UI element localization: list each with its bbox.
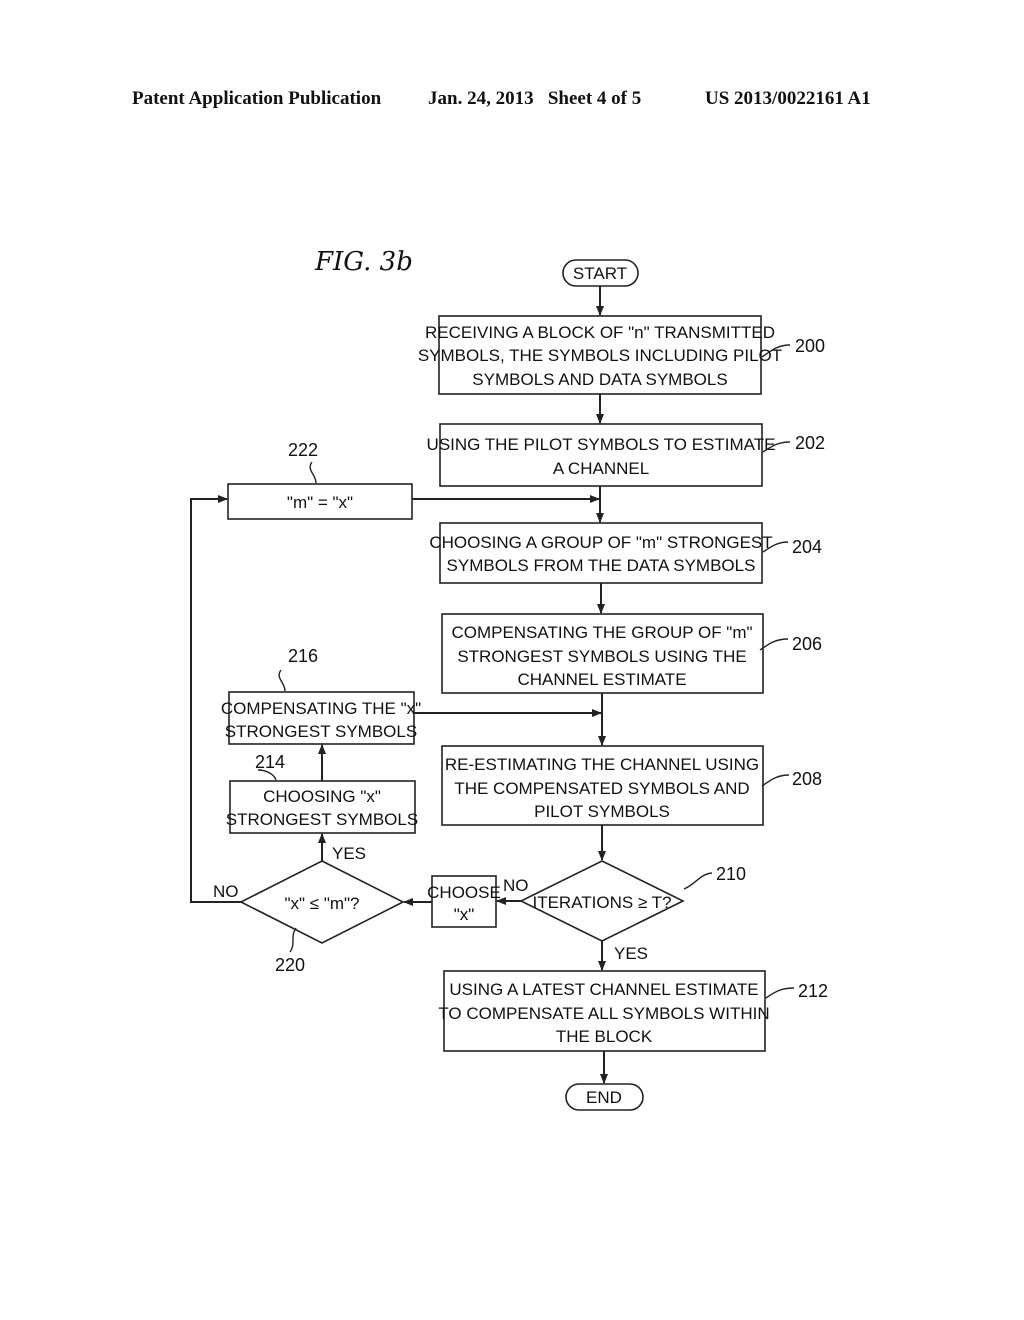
step-212-line-3: THE BLOCK xyxy=(556,1027,653,1046)
step-208-box: RE-ESTIMATING THE CHANNEL USING THE COMP… xyxy=(441,745,764,826)
step-204-box: CHOOSING A GROUP OF "m" STRONGEST SYMBOL… xyxy=(429,522,773,584)
ref-leader-210 xyxy=(683,872,713,890)
ref-leader-216 xyxy=(278,669,286,692)
choose-x-line-1: CHOOSE xyxy=(427,883,501,902)
start-terminal: START xyxy=(562,259,639,287)
step-216-box: COMPENSATING THE "x" STRONGEST SYMBOLS xyxy=(221,691,421,745)
decision-210: ITERATIONS ≥ T? xyxy=(519,860,685,942)
ref-212: 212 xyxy=(798,981,828,1001)
step-204-line-1: CHOOSING A GROUP OF "m" STRONGEST xyxy=(429,533,772,552)
step-214-line-1: CHOOSING "x" xyxy=(263,787,381,806)
ref-204: 204 xyxy=(792,537,822,557)
ref-leader-208 xyxy=(761,774,790,787)
decision-210-label: ITERATIONS ≥ T? xyxy=(532,893,671,912)
choose-x-box: CHOOSE "x" xyxy=(427,875,501,928)
step-206-box: COMPENSATING THE GROUP OF "m" STRONGEST … xyxy=(441,613,764,694)
edge-label-no-210: NO xyxy=(503,876,529,895)
ref-220: 220 xyxy=(275,955,305,975)
step-216-line-1: COMPENSATING THE "x" xyxy=(221,699,421,718)
step-214-box: CHOOSING "x" STRONGEST SYMBOLS xyxy=(226,780,418,834)
step-208-line-1: RE-ESTIMATING THE CHANNEL USING xyxy=(445,755,759,774)
step-212-box: USING A LATEST CHANNEL ESTIMATE TO COMPE… xyxy=(438,970,770,1052)
step-200-box: RECEIVING A BLOCK OF "n" TRANSMITTED SYM… xyxy=(418,315,782,395)
step-202-line-2: A CHANNEL xyxy=(553,459,649,478)
step-208-line-2: THE COMPENSATED SYMBOLS AND xyxy=(454,779,749,798)
edge-label-no-220: NO xyxy=(213,882,239,901)
step-202-box: USING THE PILOT SYMBOLS TO ESTIMATE A CH… xyxy=(427,423,776,487)
step-212-line-1: USING A LATEST CHANNEL ESTIMATE xyxy=(449,980,758,999)
step-212-line-2: TO COMPENSATE ALL SYMBOLS WITHIN xyxy=(438,1004,769,1023)
ref-208: 208 xyxy=(792,769,822,789)
decision-220-label: "x" ≤ "m"? xyxy=(284,894,359,913)
ref-leader-206 xyxy=(759,638,789,651)
ref-leader-222 xyxy=(309,461,317,484)
step-202-line-1: USING THE PILOT SYMBOLS TO ESTIMATE xyxy=(427,435,776,454)
end-terminal: END xyxy=(565,1083,644,1111)
ref-214: 214 xyxy=(255,752,285,772)
step-200-line-3: SYMBOLS AND DATA SYMBOLS xyxy=(472,370,727,389)
end-label: END xyxy=(586,1088,622,1107)
ref-leader-220 xyxy=(289,927,297,953)
step-222-label: "m" = "x" xyxy=(287,493,353,512)
ref-206: 206 xyxy=(792,634,822,654)
decision-220: "x" ≤ "m"? xyxy=(239,860,405,944)
step-206-line-3: CHANNEL ESTIMATE xyxy=(517,670,686,689)
ref-216: 216 xyxy=(288,646,318,666)
start-label: START xyxy=(573,264,627,283)
ref-200: 200 xyxy=(795,336,825,356)
edge-label-yes-220: YES xyxy=(332,844,366,863)
ref-leader-212 xyxy=(765,987,795,999)
step-222-box: "m" = "x" xyxy=(227,483,413,520)
step-216-line-2: STRONGEST SYMBOLS xyxy=(225,722,417,741)
ref-222: 222 xyxy=(288,440,318,460)
flowchart: FIG. 3b START RECEIVING A BLOCK OF "n" T… xyxy=(190,247,828,1111)
step-206-line-2: STRONGEST SYMBOLS USING THE xyxy=(457,647,746,666)
ref-202: 202 xyxy=(795,433,825,453)
step-206-line-1: COMPENSATING THE GROUP OF "m" xyxy=(451,623,752,642)
choose-x-line-2: "x" xyxy=(454,905,475,924)
step-200-line-2: SYMBOLS, THE SYMBOLS INCLUDING PILOT xyxy=(418,346,782,365)
step-204-line-2: SYMBOLS FROM THE DATA SYMBOLS xyxy=(447,556,756,575)
step-214-line-2: STRONGEST SYMBOLS xyxy=(226,810,418,829)
step-200-line-1: RECEIVING A BLOCK OF "n" TRANSMITTED xyxy=(425,323,775,342)
ref-210: 210 xyxy=(716,864,746,884)
step-208-line-3: PILOT SYMBOLS xyxy=(534,802,670,821)
edge-label-yes-210: YES xyxy=(614,944,648,963)
figure-title: FIG. 3b xyxy=(314,247,413,277)
